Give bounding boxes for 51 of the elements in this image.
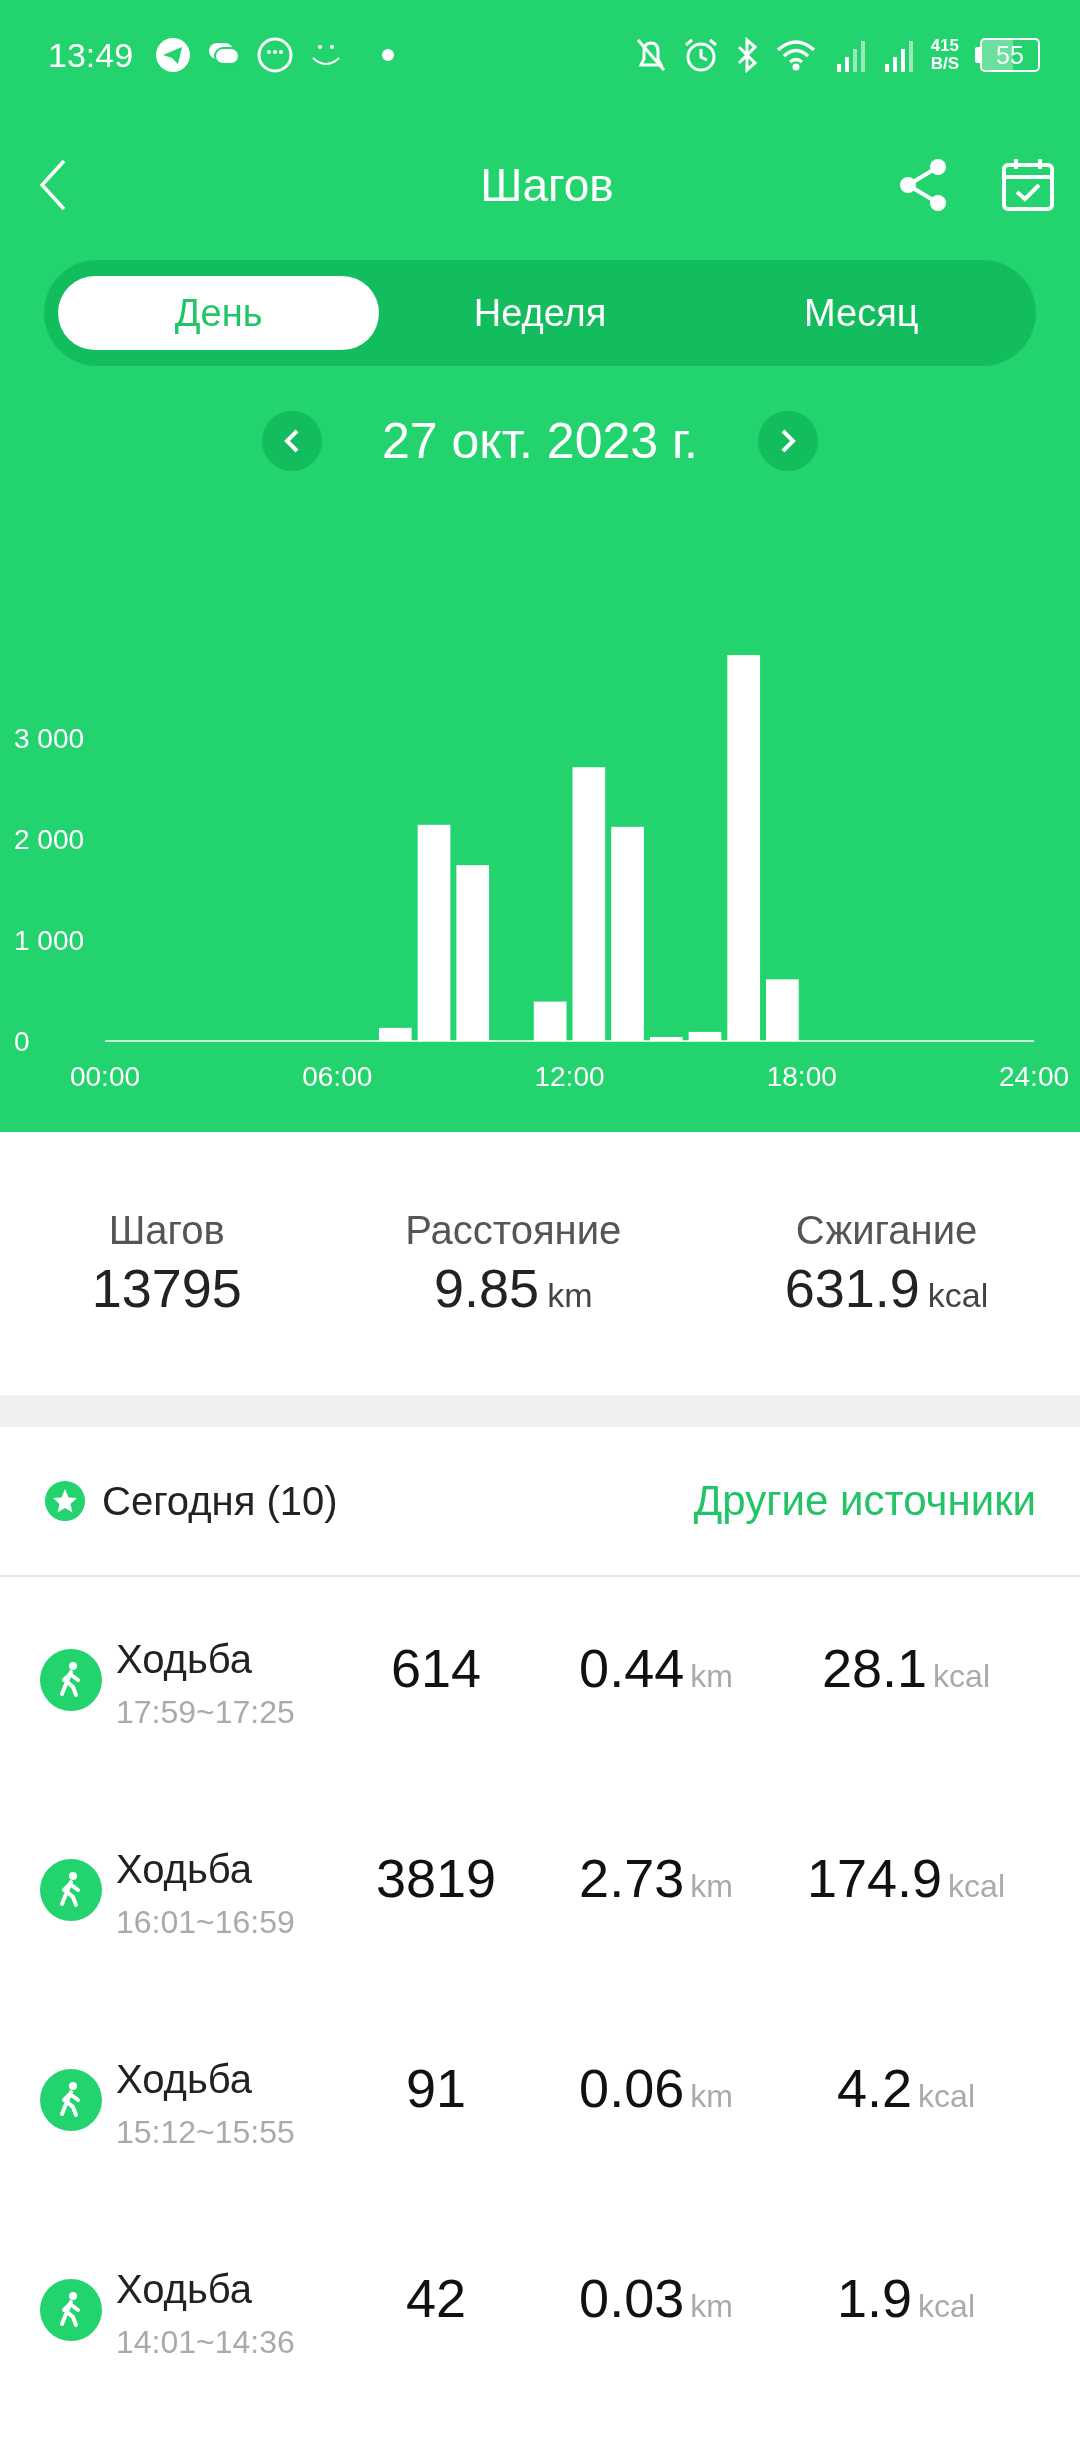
- x-tick-label: 18:00: [766, 1061, 837, 1090]
- distance-unit: km: [690, 2288, 733, 2324]
- time-range: 14:01~14:36: [116, 2324, 296, 2361]
- stat-value: 9.85: [434, 1257, 540, 1319]
- calories-unit: kcal: [933, 1658, 990, 1694]
- calories-unit: kcal: [948, 1868, 1005, 1904]
- network-speed-unit: B/S: [930, 55, 959, 73]
- date-label: 27 окт. 2023 г.: [381, 412, 698, 470]
- y-tick-label: 2 000: [14, 823, 85, 855]
- section-title: Сегодня (10): [102, 1478, 338, 1524]
- distance-value: 0.44: [579, 1638, 685, 1698]
- x-tick-label: 06:00: [302, 1061, 373, 1090]
- time-range: 15:12~15:55: [116, 2114, 296, 2151]
- x-tick-label: 24:00: [998, 1061, 1070, 1090]
- activity-name: Ходьба: [116, 1637, 253, 1682]
- calories-value: 4.2: [837, 2058, 913, 2118]
- stat-label: Сжигание: [795, 1208, 978, 1253]
- network-speed: 415: [930, 37, 959, 55]
- activity-name: Ходьба: [116, 2267, 253, 2312]
- calories-unit: kcal: [918, 2288, 975, 2324]
- distance-value: 2.73: [579, 1848, 685, 1908]
- x-tick-label: 00:00: [69, 1061, 141, 1090]
- step-count: 42: [405, 2268, 467, 2328]
- distance-value: 0.03: [579, 2268, 685, 2328]
- y-tick-label: 1 000: [14, 924, 85, 956]
- stat-unit: km: [547, 1276, 593, 1315]
- time-range: 16:01~16:59: [116, 1904, 296, 1941]
- distance-value: 0.06: [579, 2058, 685, 2118]
- y-tick-label: 0: [14, 1026, 30, 1057]
- stat-label: Расстояние: [405, 1208, 622, 1253]
- y-tick-label: 3 000: [14, 722, 85, 754]
- calories-unit: kcal: [918, 2078, 975, 2114]
- activity-name: Ходьба: [116, 1847, 253, 1892]
- stat-value: 13795: [91, 1257, 242, 1319]
- distance-unit: km: [690, 2078, 733, 2114]
- activity-name: Ходьба: [116, 2057, 253, 2102]
- step-count: 91: [405, 2058, 467, 2118]
- distance-unit: km: [690, 1868, 733, 1904]
- screen-title: Шагов: [480, 158, 614, 212]
- step-count: 3819: [375, 1848, 497, 1908]
- time-range: 17:59~17:25: [116, 1694, 296, 1731]
- step-count: 614: [390, 1638, 482, 1698]
- calories-value: 174.9: [806, 1848, 943, 1908]
- stat-value: 631.9: [784, 1257, 920, 1319]
- stat-label: Шагов: [108, 1208, 225, 1253]
- clock: 13:49: [48, 35, 134, 75]
- x-tick-label: 12:00: [534, 1061, 605, 1090]
- distance-unit: km: [690, 1658, 733, 1694]
- calories-value: 1.9: [837, 2268, 913, 2328]
- stat-unit: kcal: [927, 1276, 989, 1315]
- calories-value: 28.1: [822, 1638, 928, 1698]
